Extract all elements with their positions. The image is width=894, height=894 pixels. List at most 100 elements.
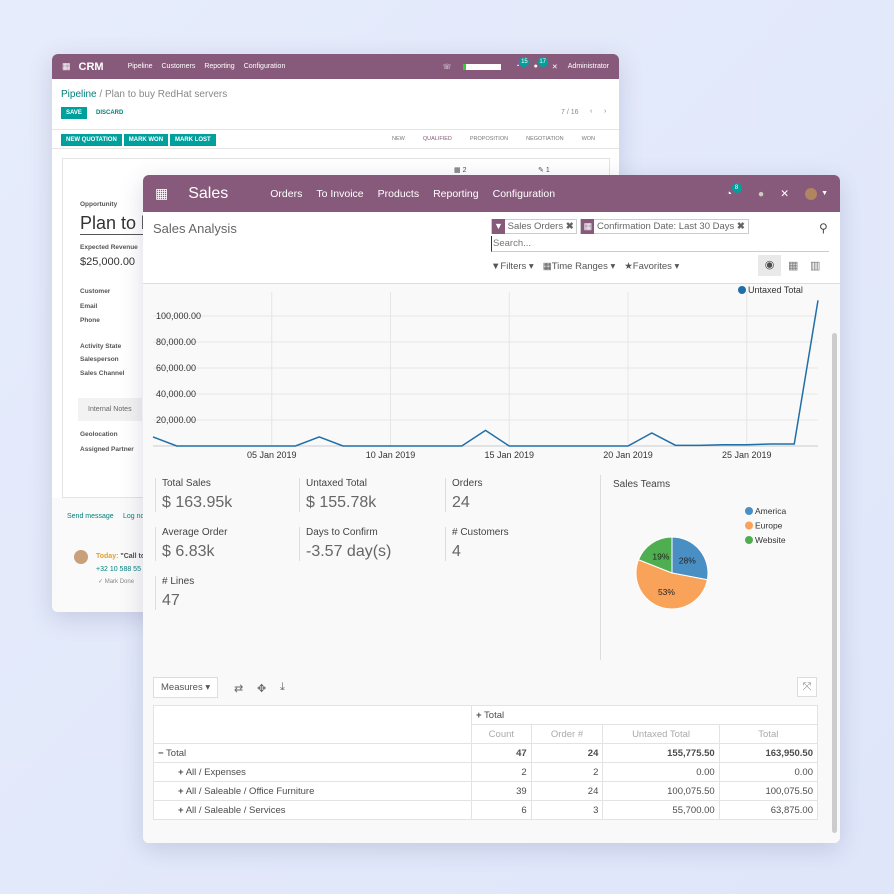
filters-dropdown[interactable]: ▼Filters ▾ [491, 261, 534, 272]
y-tick-label: 40,000.00 [156, 389, 196, 399]
apps-menu-icon[interactable]: ▦ [62, 61, 71, 72]
phone-icon[interactable]: ☏ [443, 63, 452, 71]
cell: 6 [471, 800, 532, 820]
search-input[interactable] [491, 236, 829, 252]
stage-qualified[interactable]: QUALIFIED [423, 136, 452, 142]
notes-stat-button[interactable]: ✎ 1 [538, 166, 550, 174]
kpi-orders[interactable]: Orders 24 [445, 478, 483, 512]
menu-configuration[interactable]: Configuration [493, 188, 555, 200]
menu-reporting[interactable]: Reporting [433, 188, 479, 200]
mark-lost-button[interactable]: MARK LOST [170, 134, 216, 146]
chat-icon[interactable]: ● 17 [534, 57, 548, 70]
expected-revenue[interactable]: $25,000.00 [80, 256, 135, 268]
legend-label: Untaxed Total [748, 285, 803, 295]
expected-revenue-label: Expected Revenue [80, 244, 138, 251]
facet-sales-orders[interactable]: ▼ Sales Orders ✖ [491, 219, 578, 234]
graph-view-icon[interactable]: ▥ [810, 259, 820, 272]
measure-header[interactable]: Count [471, 724, 532, 744]
menu-pipeline[interactable]: Pipeline [128, 63, 153, 70]
breadcrumb-current: Plan to buy RedHat servers [104, 89, 228, 100]
activity-icon[interactable]: ◔ 15 [515, 57, 530, 70]
page-title: Sales Analysis [153, 221, 237, 236]
apps-menu-icon[interactable]: ▦ [155, 185, 168, 202]
kpi-days-to-confirm[interactable]: Days to Confirm -3.57 day(s) [299, 527, 391, 561]
search-facets: ▼ Sales Orders ✖ ▦ Confirmation Date: La… [491, 219, 752, 234]
activity-phone[interactable]: +32 10 588 55 [96, 566, 141, 573]
send-message-button[interactable]: Send message [67, 513, 114, 520]
menu-products[interactable]: Products [378, 188, 419, 200]
debug-icon[interactable]: ✕ [780, 188, 789, 200]
expand-all-icon[interactable]: ✥ [257, 682, 266, 695]
menu-configuration[interactable]: Configuration [244, 63, 286, 70]
remove-facet-icon[interactable]: ✖ [737, 221, 745, 232]
table-row: + All / Expenses 2 2 0.00 0.00 [153, 762, 819, 782]
pivot-col-header-total[interactable]: + Total [471, 705, 818, 725]
filter-icon: ▼ [492, 219, 505, 234]
mark-won-button[interactable]: MARK WON [123, 134, 169, 146]
kpi-customers[interactable]: # Customers 4 [445, 527, 509, 561]
app-title: Sales [188, 184, 229, 202]
favorites-dropdown[interactable]: ★Favorites ▾ [624, 261, 679, 272]
save-button[interactable]: SAVE [61, 107, 87, 119]
message-badge: 17 [537, 57, 548, 67]
kpi-average-order[interactable]: Average Order $ 6.83k [155, 527, 227, 561]
row-header[interactable]: + All / Saleable / Office Furniture [153, 781, 472, 801]
row-header[interactable]: + All / Expenses [153, 762, 472, 782]
row-header-total[interactable]: − Total [153, 743, 472, 763]
stage-proposition[interactable]: PROPOSITION [470, 136, 508, 142]
cell: 63,875.00 [718, 800, 819, 820]
user-menu[interactable]: Administrator [568, 63, 609, 70]
flip-axis-icon[interactable]: ⇄ [234, 682, 243, 695]
fullscreen-icon[interactable]: ⤧ [797, 677, 817, 697]
discard-button[interactable]: DISCARD [96, 110, 123, 116]
mark-done-button[interactable]: ✓ Mark Done [98, 578, 134, 585]
breadcrumb-pipeline[interactable]: Pipeline [61, 89, 97, 100]
measures-dropdown[interactable]: Measures ▾ [153, 677, 219, 698]
menu-customers[interactable]: Customers [162, 63, 196, 70]
stage-won[interactable]: WON [582, 136, 595, 142]
user-avatar[interactable] [805, 187, 818, 200]
kpi-lines[interactable]: # Lines 47 [155, 576, 194, 610]
legend-label: Europe [755, 521, 783, 531]
facet-confirmation-date[interactable]: ▦ Confirmation Date: Last 30 Days ✖ [580, 219, 749, 234]
row-header[interactable]: + All / Saleable / Services [153, 800, 472, 820]
table-row: + All / Saleable / Services 6 3 55,700.0… [153, 800, 819, 820]
kpi-untaxed-total[interactable]: Untaxed Total $ 155.78k [299, 478, 376, 512]
cell: 24 [530, 743, 604, 763]
activity-icon[interactable]: ◔ 8 [726, 182, 742, 200]
measure-header[interactable]: Order # [530, 724, 604, 744]
download-icon[interactable]: ⤓ [280, 681, 285, 694]
legend-swatch [745, 536, 753, 544]
tab-internal-notes[interactable]: Internal Notes [78, 398, 142, 421]
time-ranges-dropdown[interactable]: ▦Time Ranges ▾ [543, 261, 616, 272]
pager-next-icon[interactable]: › [604, 108, 606, 115]
dashboard-view-icon[interactable]: ◉ [758, 255, 781, 276]
avatar [74, 550, 88, 564]
pivot-view-icon[interactable]: ▦ [788, 259, 798, 272]
line-chart: 20,000.00 40,000.00 60,000.00 80,000.00 100,… [152, 285, 819, 460]
chat-icon[interactable]: ● [758, 188, 764, 200]
stage-new[interactable]: NEW [392, 136, 405, 142]
pager-prev-icon[interactable]: ‹ [590, 108, 592, 115]
table-row: + All / Saleable / Office Furniture 39 2… [153, 781, 819, 801]
menu-orders[interactable]: Orders [270, 188, 302, 200]
pivot-table: + Total Count Order # Untaxed Total Tota… [153, 705, 819, 820]
menu-reporting[interactable]: Reporting [204, 63, 234, 70]
measure-header[interactable]: Total [718, 724, 819, 744]
stage-negotiation[interactable]: NEGOTIATION [526, 136, 563, 142]
activity-state-label: Activity State [80, 343, 122, 350]
x-tick-label: 10 Jan 2019 [366, 450, 416, 460]
menu-to-invoice[interactable]: To Invoice [316, 188, 363, 200]
meetings-stat-button[interactable]: ▦ 2 [454, 166, 466, 174]
opportunity-label: Opportunity [80, 201, 118, 208]
cell: 155,775.50 [602, 743, 720, 763]
debug-icon[interactable]: ✕ [552, 63, 558, 71]
remove-facet-icon[interactable]: ✖ [566, 221, 574, 232]
kpi-total-sales[interactable]: Total Sales $ 163.95k [155, 478, 232, 512]
measure-header[interactable]: Untaxed Total [602, 724, 720, 744]
search-icon[interactable]: ⚲ [819, 221, 828, 235]
cell: 24 [530, 781, 604, 801]
x-tick-label: 15 Jan 2019 [484, 450, 534, 460]
user-menu-caret-icon[interactable]: ▼ [821, 190, 828, 197]
new-quotation-button[interactable]: NEW QUOTATION [61, 134, 122, 146]
